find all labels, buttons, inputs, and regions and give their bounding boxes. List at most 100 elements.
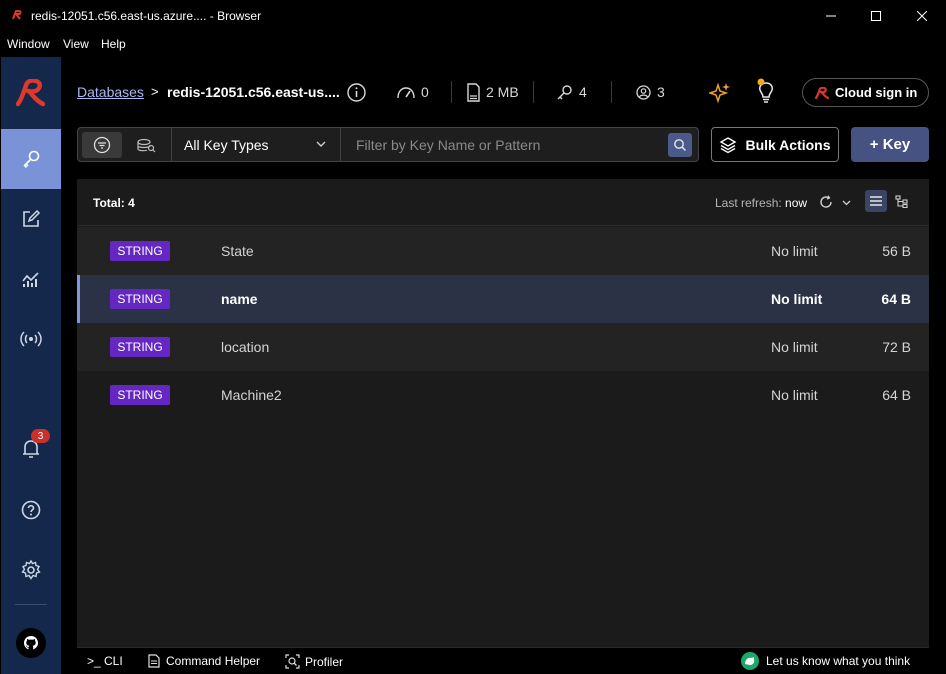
- notification-badge: 3: [31, 429, 50, 443]
- key-name: name: [221, 291, 258, 307]
- chevron-down-icon[interactable]: [842, 198, 851, 207]
- analytics-icon: [22, 272, 39, 287]
- key-list-panel: Total: 4 Last refresh: now STRING State …: [77, 179, 929, 674]
- main-area: Databases > redis-12051.c56.east-us.... …: [61, 57, 946, 674]
- key-type-select[interactable]: All Key Types: [171, 128, 341, 161]
- key-name: State: [221, 243, 254, 259]
- key-ttl: No limit: [771, 243, 818, 259]
- breadcrumb-databases-link[interactable]: Databases: [77, 84, 144, 100]
- sidebar-item-notifications[interactable]: [1, 419, 61, 479]
- bulk-actions-label: Bulk Actions: [745, 136, 831, 153]
- minimize-icon: [826, 15, 836, 16]
- clients-count-value: 3: [657, 84, 665, 100]
- key-type-badge: STRING: [110, 385, 170, 405]
- memory-value: 2 MB: [486, 84, 519, 100]
- sidebar-item-settings[interactable]: [1, 540, 61, 600]
- key-name: location: [221, 339, 270, 355]
- lightbulb-icon[interactable]: [755, 78, 777, 104]
- sidebar-divider: [15, 604, 47, 605]
- bottom-bar: >_ CLI Command Helper Profiler Let us kn…: [77, 647, 929, 674]
- sidebar: 3: [1, 57, 61, 674]
- refresh-icon[interactable]: [819, 195, 833, 209]
- feedback-link[interactable]: Let us know what you think: [741, 652, 910, 670]
- key-size: 56 B: [882, 243, 911, 259]
- command-helper-button[interactable]: Command Helper: [147, 654, 260, 668]
- sidebar-item-workbench[interactable]: [1, 189, 61, 249]
- key-size: 64 B: [882, 387, 911, 403]
- search-mode-button[interactable]: [126, 132, 166, 158]
- cli-label: >_ CLI: [87, 654, 123, 668]
- sidebar-item-analysis[interactable]: [1, 249, 61, 309]
- github-icon: [24, 636, 38, 650]
- key-row[interactable]: STRING State No limit 56 B: [77, 227, 929, 275]
- key-icon: [23, 150, 40, 169]
- tree-view-icon: [894, 194, 908, 208]
- database-name: redis-12051.c56.east-us....: [167, 84, 340, 100]
- last-refresh-label: Last refresh: now: [715, 196, 807, 210]
- search-icon: [674, 139, 687, 152]
- info-icon[interactable]: [347, 83, 366, 102]
- key-row[interactable]: STRING location No limit 72 B: [77, 323, 929, 371]
- key-name: Machine2: [221, 387, 282, 403]
- feedback-label: Let us know what you think: [766, 654, 911, 668]
- list-view-button[interactable]: [865, 190, 887, 212]
- key-count-icon: [557, 85, 572, 100]
- tree-view-button[interactable]: [890, 190, 912, 212]
- gear-icon: [21, 559, 41, 580]
- cli-button[interactable]: >_ CLI: [87, 654, 123, 668]
- menu-view[interactable]: View: [63, 37, 89, 51]
- key-ttl: No limit: [771, 339, 818, 355]
- key-size: 64 B: [881, 291, 911, 307]
- maximize-icon: [871, 10, 881, 21]
- sidebar-item-help[interactable]: [1, 480, 61, 540]
- chat-icon: [745, 657, 755, 665]
- title-bar: redis-12051.c56.east-us.azure.... - Brow…: [0, 0, 946, 31]
- document-icon: [148, 654, 160, 668]
- db-header: Databases > redis-12051.c56.east-us.... …: [61, 57, 946, 127]
- profiler-button[interactable]: Profiler: [285, 654, 343, 669]
- search-submit-button[interactable]: [668, 133, 692, 157]
- redis-logo-icon[interactable]: [15, 79, 47, 107]
- last-refresh-value: now: [785, 196, 808, 210]
- broadcast-icon: [20, 331, 42, 347]
- view-mode-toggle: [82, 132, 168, 158]
- key-search-input[interactable]: [342, 128, 662, 161]
- keys-count-value: 4: [579, 84, 587, 100]
- menu-help[interactable]: Help: [101, 37, 126, 51]
- header-divider: [451, 81, 452, 103]
- close-icon: [917, 10, 927, 21]
- vector-search-icon: [137, 138, 156, 153]
- key-type-badge: STRING: [110, 289, 170, 309]
- list-icon: [870, 196, 882, 206]
- filter-icon: [93, 136, 111, 154]
- maximize-button[interactable]: [853, 0, 899, 31]
- menu-window[interactable]: Window: [7, 37, 50, 51]
- close-button[interactable]: [899, 0, 945, 31]
- header-divider: [533, 81, 534, 103]
- sidebar-item-browser[interactable]: [1, 129, 61, 189]
- command-helper-label: Command Helper: [166, 654, 261, 668]
- filter-mode-button[interactable]: [82, 132, 122, 158]
- sidebar-item-pubsub[interactable]: [1, 309, 61, 369]
- key-list-header: Total: 4 Last refresh: now: [77, 179, 929, 226]
- cloud-sign-in-button[interactable]: Cloud sign in: [802, 78, 929, 107]
- total-keys-label: Total: 4: [93, 196, 135, 210]
- layers-icon: [720, 136, 737, 153]
- clients-icon: [636, 85, 651, 100]
- bulk-actions-button[interactable]: Bulk Actions: [711, 127, 839, 162]
- ops-per-second-value: 0: [421, 84, 429, 100]
- last-refresh-text: Last refresh:: [715, 196, 782, 210]
- chevron-down-icon: [316, 141, 326, 147]
- key-ttl: No limit: [771, 291, 823, 307]
- breadcrumb-separator: >: [151, 84, 159, 99]
- minimize-button[interactable]: [808, 0, 854, 31]
- github-button[interactable]: [16, 628, 46, 658]
- sparkles-icon[interactable]: [709, 82, 731, 104]
- key-type-badge: STRING: [110, 241, 170, 261]
- key-row[interactable]: STRING Machine2 No limit 64 B: [77, 371, 929, 419]
- key-row-selected[interactable]: STRING name No limit 64 B: [77, 275, 929, 323]
- redis-logo-icon: [815, 86, 829, 99]
- add-key-button[interactable]: + Key: [851, 127, 929, 162]
- window-title: redis-12051.c56.east-us.azure.... - Brow…: [31, 9, 262, 23]
- key-size: 72 B: [882, 339, 911, 355]
